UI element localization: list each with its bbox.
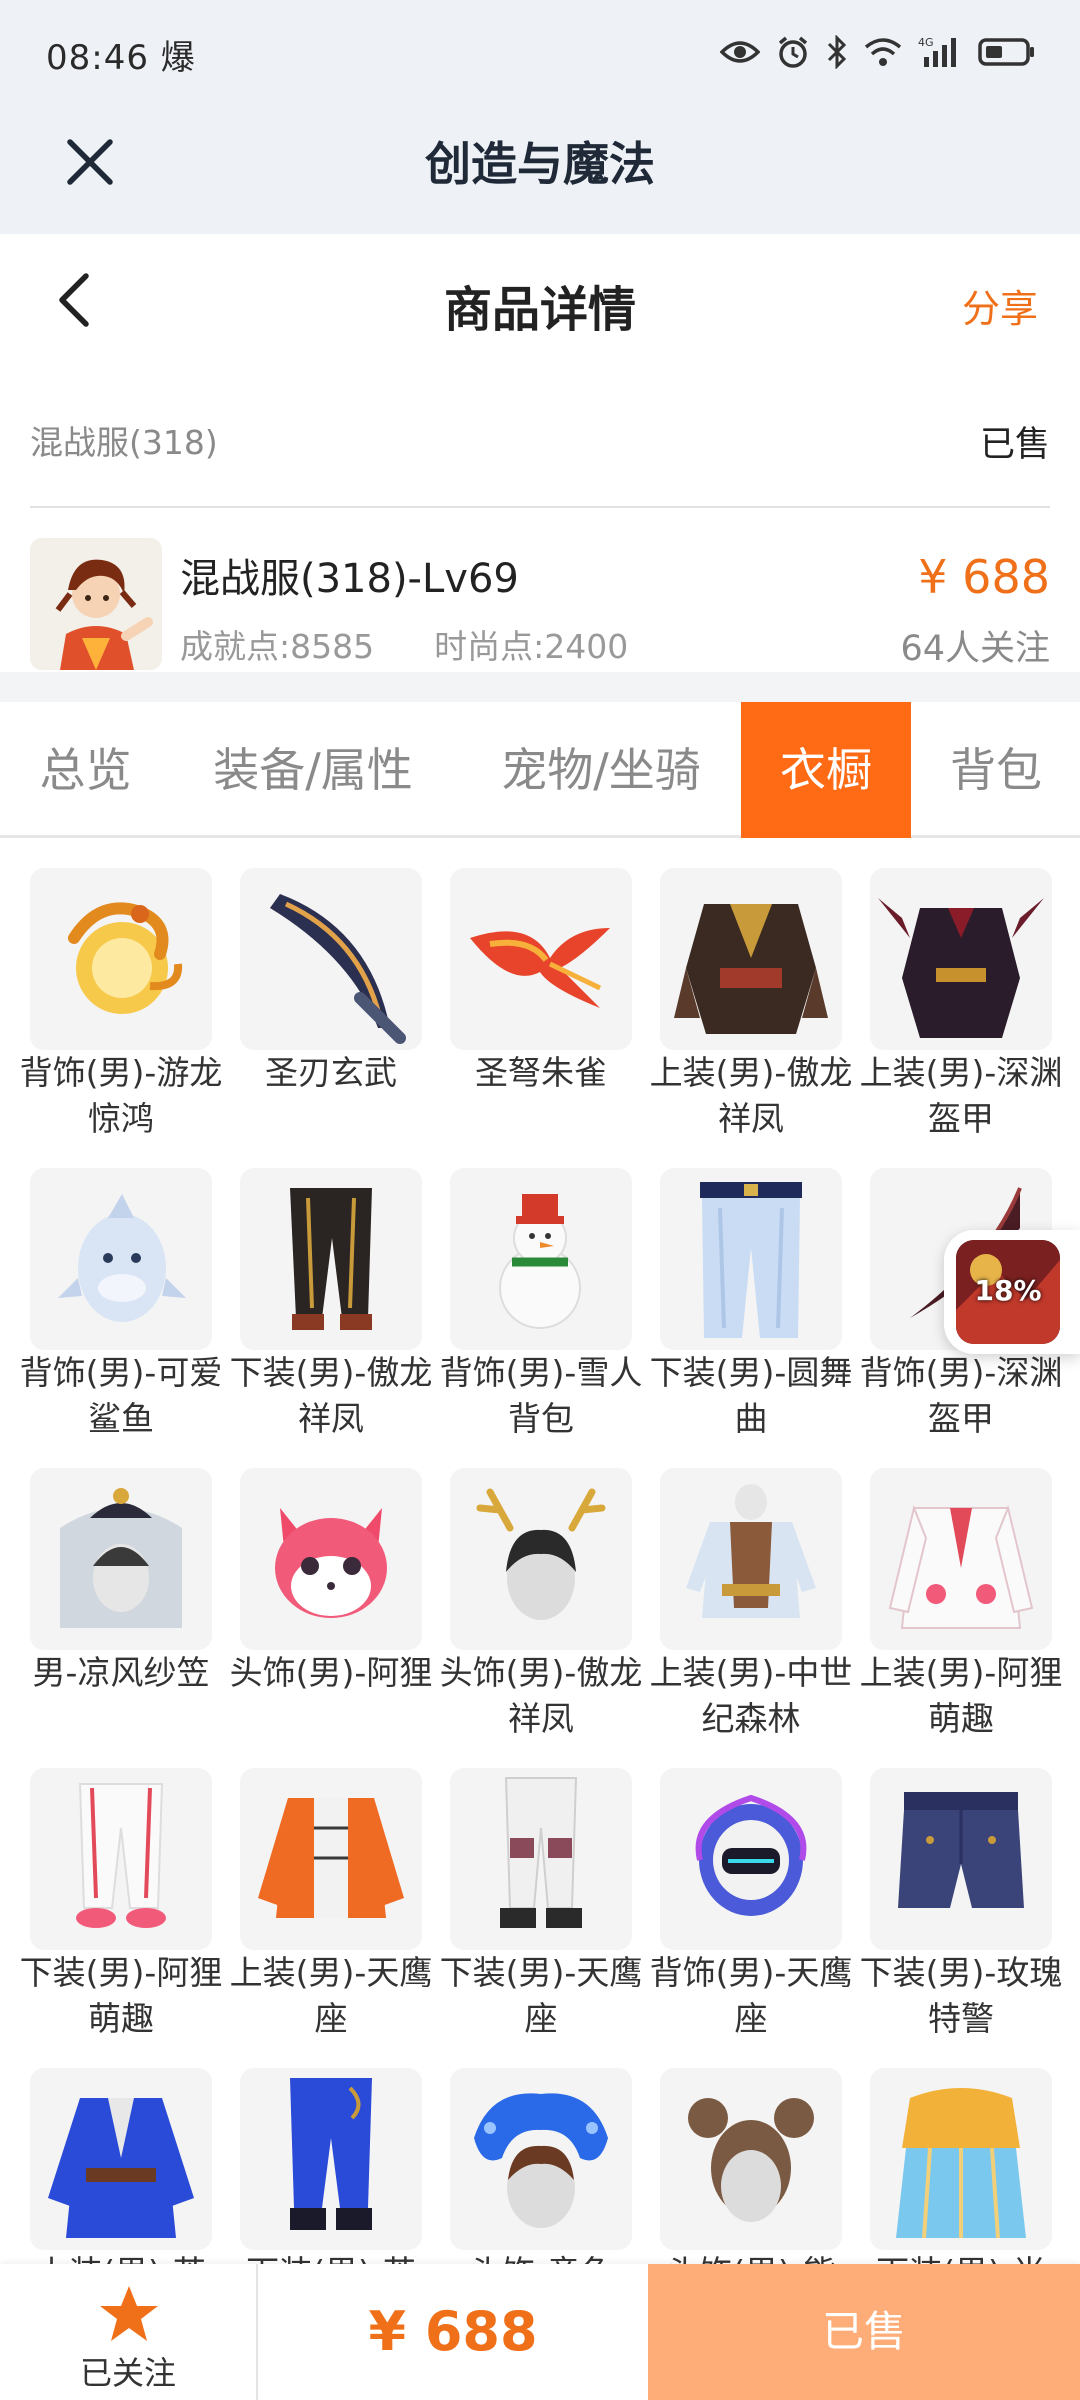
rose-shorts-icon [870, 1768, 1052, 1950]
wardrobe-grid: 背饰(男)-游龙惊鸿 圣刃玄武 圣弩朱雀 上装(男)-傲龙祥凤 上装(男)-深渊… [0, 838, 1080, 2264]
eye-icon [720, 41, 760, 63]
shark-backpack-icon [30, 1168, 212, 1350]
server-row: 混战服(318) 已售 [30, 380, 1050, 508]
achievement-points: 成就点:8585 [180, 627, 375, 666]
item-name: 背饰(男)-天鹰座 [649, 1953, 853, 2038]
item-name: 圣刃玄武 [265, 1053, 397, 1092]
bluetooth-icon [827, 35, 847, 69]
item-name: 头饰(男)-阿狸 [229, 1653, 433, 1692]
avatar [30, 538, 162, 670]
golden-dragon-icon [30, 868, 212, 1050]
svg-text:4G: 4G [918, 36, 934, 49]
dragon-armor-top-icon [660, 868, 842, 1050]
item-name: 上装(男)-天鹰座 [229, 1953, 433, 2038]
item-name: 上装(男)-傲龙祥凤 [649, 1053, 853, 1138]
product-price: ¥ 688 [918, 550, 1050, 604]
status-time: 08:46 爆 [46, 38, 196, 78]
antler-head-icon [450, 1468, 632, 1650]
phoenix-crossbow-icon [450, 868, 632, 1050]
item-name: 上装(男)-深渊盔甲 [859, 1053, 1063, 1138]
item-name: 背饰(男)-游龙惊鸿 [19, 1053, 223, 1138]
server-name: 混战服(318) [30, 423, 218, 462]
waltz-pants-icon [660, 1168, 842, 1350]
aquila-pants-icon [450, 1768, 632, 1950]
fashion-points: 时尚点:2400 [434, 627, 629, 666]
product-summary: 混战服(318)-Lv69 成就点:8585 时尚点:2400 ¥ 688 64… [0, 508, 1080, 672]
alarm-icon [778, 36, 808, 68]
game-thumbnail: 18% [956, 1240, 1060, 1344]
blue-pants-icon [240, 2068, 422, 2250]
medieval-top-icon [660, 1468, 842, 1650]
blue-robe-icon [30, 2068, 212, 2250]
item-name: 下装(男)-尚 [854, 2250, 1068, 2264]
mini-app-title: 创造与魔法 [425, 137, 655, 191]
app-root: 08:46 爆 4G 创造与魔法 商品详情 分享 混战服(318) 已售 混战服… [0, 0, 1080, 2400]
signal-icon: 4G [918, 36, 956, 67]
item-name: 上装(男)-阿狸萌趣 [859, 1653, 1063, 1738]
white-pants-icon [30, 1768, 212, 1950]
item-name: 男-凉风纱笠 [32, 1653, 210, 1692]
follow-label: 已关注 [79, 2354, 176, 2392]
golden-skirt-icon [870, 2068, 1052, 2250]
abyss-armor-top-icon [870, 868, 1052, 1050]
ahri-jacket-icon [870, 1468, 1052, 1650]
status-bar: 08:46 爆 4G [0, 0, 1080, 104]
wifi-icon [864, 38, 902, 66]
item-name: 上装(男)-中世纪森林 [649, 1653, 853, 1738]
battery-icon [978, 38, 1034, 66]
sold-button[interactable]: 已售 [648, 2264, 1080, 2400]
item-name: 头饰(男)-熊 [644, 2250, 858, 2264]
section-divider [0, 672, 1080, 702]
status-icons: 4G [720, 30, 1036, 74]
page-header: 商品详情 分享 [0, 234, 1080, 368]
aquila-backpack-icon [660, 1768, 842, 1950]
item-name: 下装(男)-苍 [224, 2250, 438, 2264]
item-name: 背饰(男)-可爱鲨鱼 [19, 1353, 223, 1438]
page-title: 商品详情 [443, 282, 636, 338]
item-name: 背饰(男)-深渊盔甲 [859, 1353, 1063, 1438]
item-name: 下装(男)-天鹰座 [439, 1953, 643, 2038]
item-name: 圣弩朱雀 [475, 1053, 607, 1092]
follower-count: 64人关注 [900, 629, 1050, 669]
aquila-top-icon [240, 1768, 422, 1950]
dragon-pants-icon [240, 1168, 422, 1350]
veil-hat-icon [30, 1468, 212, 1650]
item-name: 下装(男)-圆舞曲 [649, 1353, 853, 1438]
tab-equipment[interactable]: 装备/属性 [183, 702, 443, 838]
product-name: 混战服(318)-Lv69 [180, 556, 519, 602]
product-stats: 成就点:8585 时尚点:2400 [180, 620, 628, 668]
item-name: 下装(男)-傲龙祥凤 [229, 1353, 433, 1438]
tab-overview[interactable]: 总览 [8, 702, 163, 838]
bottom-price: ¥ 688 [368, 2300, 538, 2363]
sold-status: 已售 [979, 425, 1050, 465]
mini-app-header: 创造与魔法 [0, 104, 1080, 234]
tab-pets[interactable]: 宠物/坐骑 [470, 702, 732, 838]
item-name: 背饰(男)-雪人背包 [439, 1353, 643, 1438]
snowman-backpack-icon [450, 1168, 632, 1350]
progress-percent: 18% [974, 1274, 1042, 1307]
ahri-fox-head-icon [240, 1468, 422, 1650]
tab-wardrobe[interactable]: 衣橱 [741, 702, 911, 838]
item-name: 上装(男)-苍 [14, 2250, 228, 2264]
tab-bar: 总览 装备/属性 宠物/坐骑 衣橱 背包 [0, 702, 1080, 838]
bear-ears-head-icon [660, 2068, 842, 2250]
octopus-head-icon [450, 2068, 632, 2250]
star-icon [100, 2286, 158, 2341]
share-button[interactable]: 分享 [962, 278, 1038, 333]
item-name: 头饰(男)-傲龙祥凤 [439, 1653, 643, 1738]
floating-game-badge[interactable]: 18% [944, 1230, 1080, 1354]
item-name: 头饰-章鱼 [434, 2250, 648, 2264]
item-name: 下装(男)-玫瑰特警 [859, 1953, 1063, 2038]
bottom-bar: 已关注 ¥ 688 已售 [0, 2264, 1080, 2400]
item-name: 下装(男)-阿狸萌趣 [19, 1953, 223, 2038]
top-area: 08:46 爆 4G 创造与魔法 [0, 0, 1080, 234]
tab-backpack[interactable]: 背包 [920, 702, 1072, 838]
follow-button[interactable]: 已关注 [0, 2264, 258, 2400]
curved-blade-icon [240, 868, 422, 1050]
